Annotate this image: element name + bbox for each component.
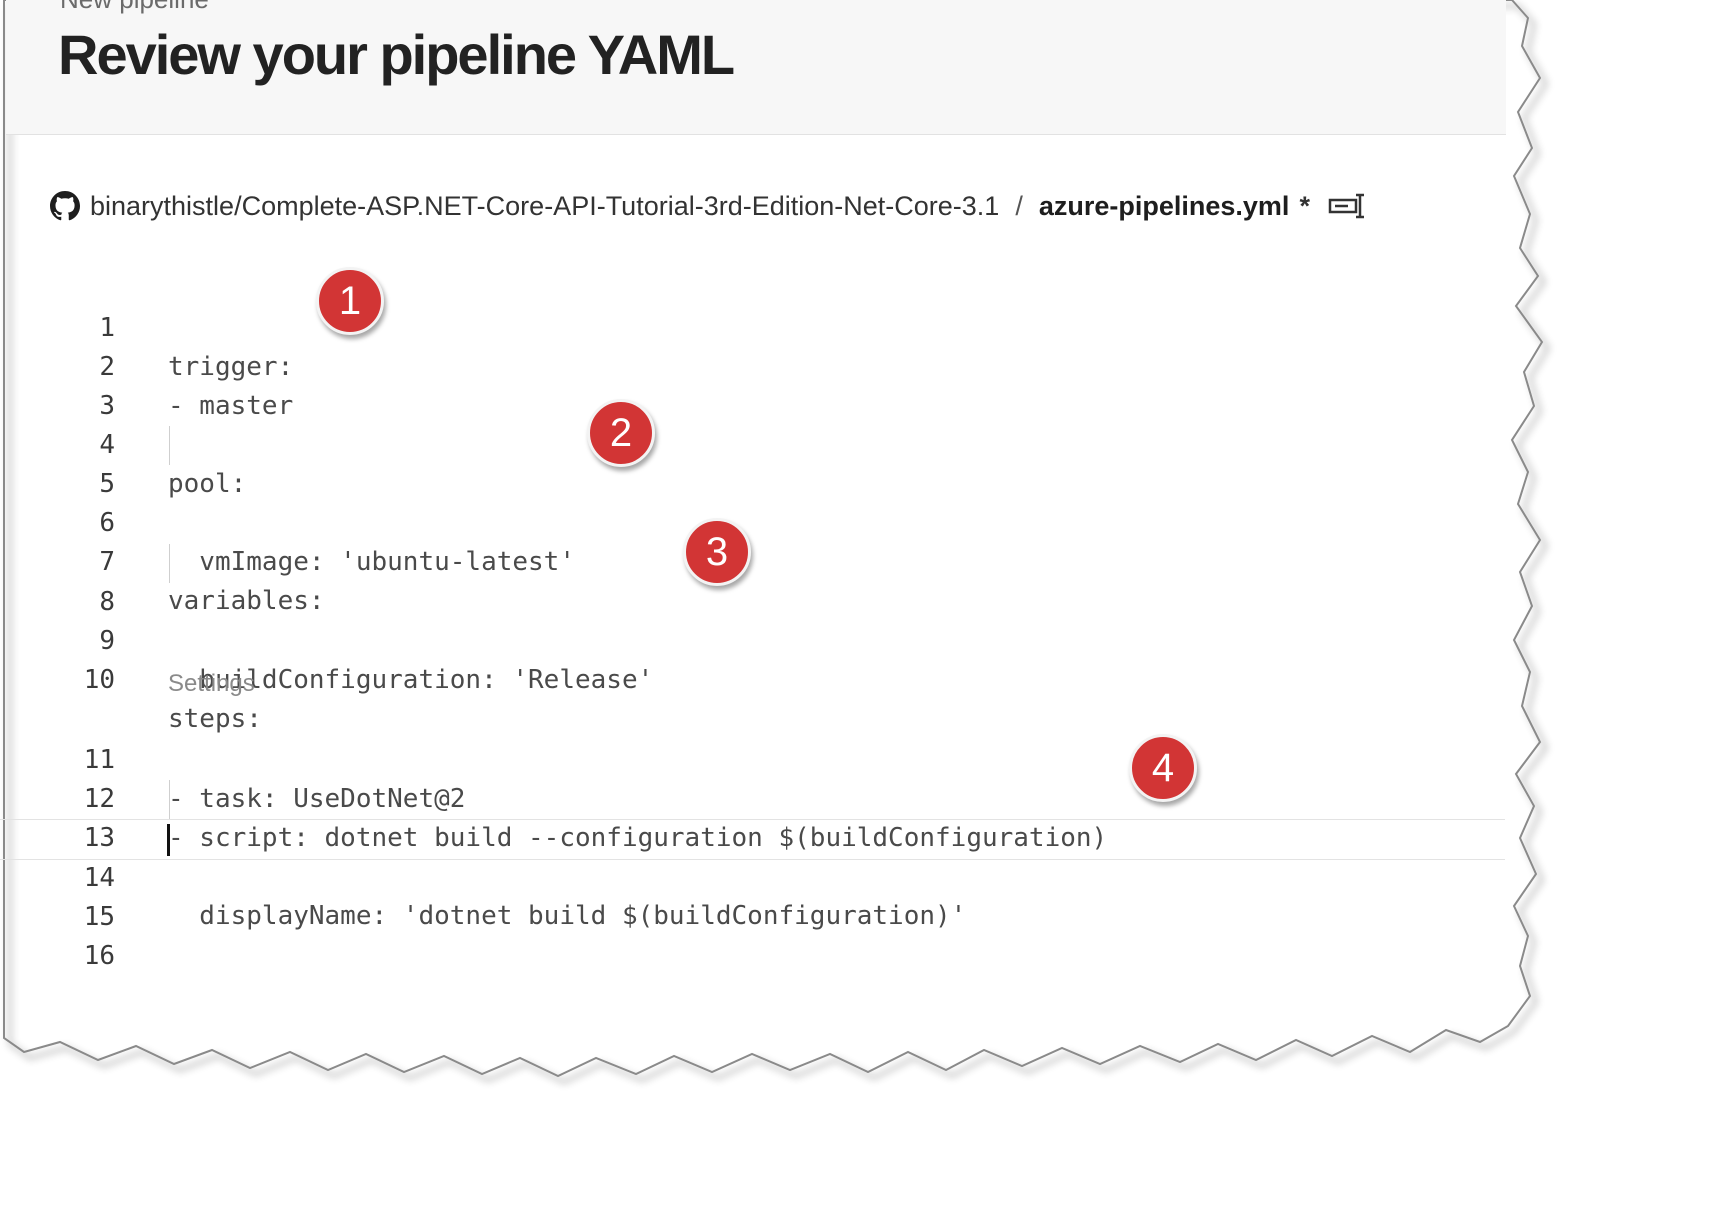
code-line[interactable]: 1 trigger: bbox=[0, 270, 1505, 382]
code-line[interactable]: 13 displayName: 'dotnet build $(buildCon… bbox=[0, 780, 1505, 931]
rename-icon[interactable] bbox=[1328, 193, 1366, 219]
code-line[interactable]: 15 bbox=[0, 859, 1505, 932]
breadcrumb-separator: / bbox=[1015, 190, 1023, 221]
code-line[interactable]: 16 bbox=[0, 898, 1505, 971]
callout-badge: 4 bbox=[1129, 734, 1197, 802]
yaml-editor[interactable]: 1 trigger: 2 - master 3 4 pool: 5 vmImag… bbox=[0, 266, 1505, 971]
callout-badge: 2 bbox=[587, 399, 655, 467]
breadcrumb: binarythistle/Complete-ASP.NET-Core-API-… bbox=[50, 186, 1366, 226]
github-icon bbox=[50, 191, 80, 221]
page-title: Review your pipeline YAML bbox=[58, 23, 735, 86]
callout-badge: 1 bbox=[316, 267, 384, 335]
indent-guide bbox=[169, 780, 170, 819]
code-line[interactable]: 6 bbox=[0, 465, 1505, 538]
text-cursor bbox=[167, 824, 170, 856]
code-line[interactable]: 2 - master bbox=[0, 309, 1505, 421]
code-line[interactable]: 11 - task: UseDotNet@2 bbox=[0, 702, 1505, 814]
unsaved-marker: * bbox=[1299, 190, 1310, 221]
code-line[interactable]: 12 - script: dotnet build --configuratio… bbox=[0, 741, 1505, 853]
callout-badge: 3 bbox=[683, 518, 751, 586]
line-number: 16 bbox=[83, 941, 115, 971]
code-line[interactable]: 10 steps: bbox=[0, 622, 1505, 734]
repository-link[interactable]: binarythistle/Complete-ASP.NET-Core-API-… bbox=[90, 191, 999, 222]
line-number: 10 bbox=[83, 665, 115, 695]
code-line[interactable]: 9 bbox=[0, 583, 1505, 656]
code-line[interactable]: 3 bbox=[0, 348, 1505, 421]
header-overline: New pipeline bbox=[60, 0, 209, 15]
code-line[interactable]: 8 buildConfiguration: 'Release' bbox=[0, 544, 1505, 695]
file-name: azure-pipelines.yml bbox=[1038, 190, 1290, 221]
code-line[interactable]: 4 pool: bbox=[0, 387, 1505, 499]
code-line[interactable]: 5 vmImage: 'ubuntu-latest' bbox=[0, 426, 1505, 577]
page-header: New pipeline Review your pipeline YAML bbox=[6, 0, 1506, 135]
settings-codelens-link[interactable]: Settings bbox=[168, 666, 255, 702]
indent-guide bbox=[169, 544, 170, 583]
code-line[interactable]: 7 variables: bbox=[0, 504, 1505, 616]
current-line[interactable]: 14 bbox=[0, 819, 1505, 893]
indent-guide bbox=[169, 426, 170, 465]
